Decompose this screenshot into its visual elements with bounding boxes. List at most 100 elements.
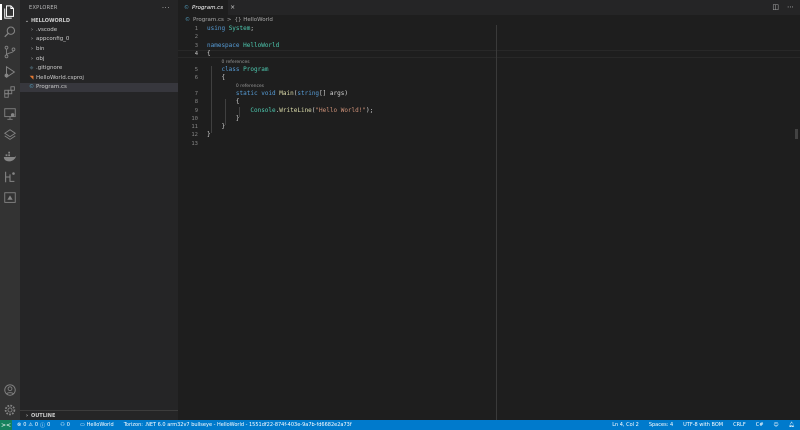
warning-count: 0 [34, 422, 39, 428]
code-content[interactable]: using System; namespace HelloWorld{ 0 ref… [207, 25, 767, 148]
files-icon[interactable] [3, 5, 17, 19]
broadcast-icon: ⚇ [60, 422, 65, 428]
line-number: 12 [191, 132, 198, 139]
code-line[interactable]: { [207, 50, 767, 58]
explorer-sidebar: EXPLORER ··· ⌄ HELLOWORLD › .vscode › ap… [20, 0, 178, 420]
warning-icon: ⚠ [28, 422, 33, 428]
docker-icon[interactable] [3, 150, 17, 164]
more-actions-icon[interactable]: ··· [162, 4, 170, 12]
line-number: 2 [194, 34, 198, 41]
language-mode[interactable]: C# [751, 422, 769, 428]
breadcrumb-file[interactable]: Program.cs [193, 17, 224, 23]
code-line[interactable]: class Program [207, 66, 767, 74]
extensions-icon[interactable] [3, 85, 17, 99]
code-line[interactable]: Console.WriteLine("Hello World!"); [207, 107, 767, 115]
code-line[interactable]: } [207, 131, 767, 139]
notifications-icon[interactable]: 🔔︎ [784, 422, 800, 428]
code-line[interactable] [207, 140, 767, 148]
code-line[interactable] [207, 33, 767, 41]
line-number: 11 [191, 124, 198, 131]
info-count: 0 [47, 422, 51, 428]
line-endings[interactable]: CRLF [728, 422, 751, 428]
split-editor-icon[interactable]: ◫ [772, 3, 779, 11]
feedback-icon[interactable]: ☺ [768, 422, 783, 428]
chevron-right-icon: › [31, 26, 33, 33]
explorer-header: EXPLORER ··· [20, 0, 178, 16]
tree-item-label: bin [36, 45, 45, 52]
remote-icon: >< [0, 421, 12, 429]
code-editor[interactable]: 1 2 3 4 5 6 7 8 9 10 11 12 13 using System; namespace… [178, 25, 800, 420]
code-line[interactable]: } [207, 123, 767, 131]
tree-item-gitignore[interactable]: ◆ .gitignore [20, 63, 178, 73]
folder-indicator[interactable]: ▭ HelloWorld [75, 422, 119, 428]
active-indicator [0, 4, 2, 20]
code-line[interactable]: using System; [207, 25, 767, 33]
torizon-icon[interactable] [3, 170, 17, 184]
code-line[interactable]: static void Main(string[] args) [207, 90, 767, 98]
folder-icon: ▭ [79, 422, 85, 428]
csharp-file-icon: © [184, 4, 189, 11]
remote-device-icon[interactable] [3, 191, 17, 205]
editor-tab-bar: © Program.cs × ◫ ⋯ [178, 0, 800, 15]
line-number-gutter: 1 2 3 4 5 6 7 8 9 10 11 12 13 [178, 25, 198, 148]
tree-item-bin[interactable]: › bin [20, 44, 178, 54]
ports-indicator[interactable]: ⚇ 0 [55, 422, 75, 428]
run-debug-icon[interactable] [3, 65, 17, 79]
breadcrumb-symbol[interactable]: {} HelloWorld [234, 17, 272, 23]
cursor-position-label: Ln 4, Col 2 [612, 422, 639, 428]
workspace-folder-header[interactable]: ⌄ HELLOWORLD [20, 16, 178, 25]
torizon-status[interactable]: Torizon: .NET 6.0 arm32v7 bullseye - Hel… [119, 422, 357, 428]
line-number: 6 [194, 75, 198, 82]
remote-explorer-icon[interactable] [3, 107, 17, 121]
more-actions-icon[interactable]: ⋯ [787, 3, 794, 11]
breadcrumb-separator: > [226, 17, 232, 23]
cursor-position[interactable]: Ln 4, Col 2 [607, 422, 644, 428]
code-line[interactable]: { [207, 74, 767, 82]
settings-gear-icon[interactable] [3, 403, 17, 417]
tree-item-label: HelloWorld.csproj [36, 74, 84, 81]
line-number: 5 [194, 66, 198, 73]
outline-title: OUTLINE [31, 412, 56, 419]
chevron-right-icon: › [31, 36, 33, 43]
search-icon[interactable] [3, 25, 17, 39]
indentation[interactable]: Spaces: 4 [644, 422, 678, 428]
codelens-references[interactable]: 0 references [207, 58, 767, 66]
git-file-icon: ◆ [29, 65, 34, 72]
tree-item-program-cs[interactable]: © Program.cs [20, 82, 178, 93]
tree-item-appconfig[interactable]: › appconfig_0 [20, 35, 178, 45]
error-count: 0 [23, 422, 27, 428]
accounts-icon[interactable] [3, 383, 17, 397]
outline-section-header[interactable]: › OUTLINE [20, 410, 178, 420]
code-line[interactable]: { [207, 98, 767, 106]
code-line[interactable]: } [207, 115, 767, 123]
testing-icon[interactable] [3, 128, 17, 142]
line-number: 8 [194, 99, 198, 106]
remote-indicator[interactable]: >< [0, 420, 12, 430]
tree-item-vscode[interactable]: › .vscode [20, 25, 178, 35]
tree-item-label: appconfig_0 [36, 36, 70, 43]
chevron-right-icon: › [31, 45, 33, 52]
source-control-icon[interactable] [3, 45, 17, 59]
line-number: 10 [191, 115, 198, 122]
line-number: 3 [194, 42, 198, 49]
explorer-title: EXPLORER [29, 5, 58, 11]
workspace-name: HELLOWORLD [31, 17, 70, 24]
tab-label: Program.cs [192, 4, 224, 11]
tree-item-csproj[interactable]: ◥ HelloWorld.csproj [20, 73, 178, 83]
language-label: C# [755, 422, 764, 428]
tab-program-cs[interactable]: © Program.cs × [178, 0, 235, 15]
tree-item-label: .gitignore [36, 65, 63, 72]
error-icon: ⊗ [17, 422, 22, 428]
codelens-references[interactable]: 0 references [207, 82, 767, 90]
line-number: 9 [194, 107, 198, 114]
code-line[interactable]: namespace HelloWorld [207, 42, 767, 50]
xml-file-icon: ◥ [29, 74, 34, 81]
encoding[interactable]: UTF-8 with BOM [678, 422, 728, 428]
tree-item-obj[interactable]: › obj [20, 54, 178, 64]
activity-bar [0, 0, 20, 420]
indentation-label: Spaces: 4 [648, 422, 674, 428]
problems-indicator[interactable]: ⊗ 0 ⚠ 0 ⓘ 0 [12, 422, 55, 429]
chevron-down-icon: ⌄ [24, 17, 30, 24]
close-icon[interactable]: × [230, 4, 235, 11]
editor-actions: ◫ ⋯ [772, 3, 794, 11]
